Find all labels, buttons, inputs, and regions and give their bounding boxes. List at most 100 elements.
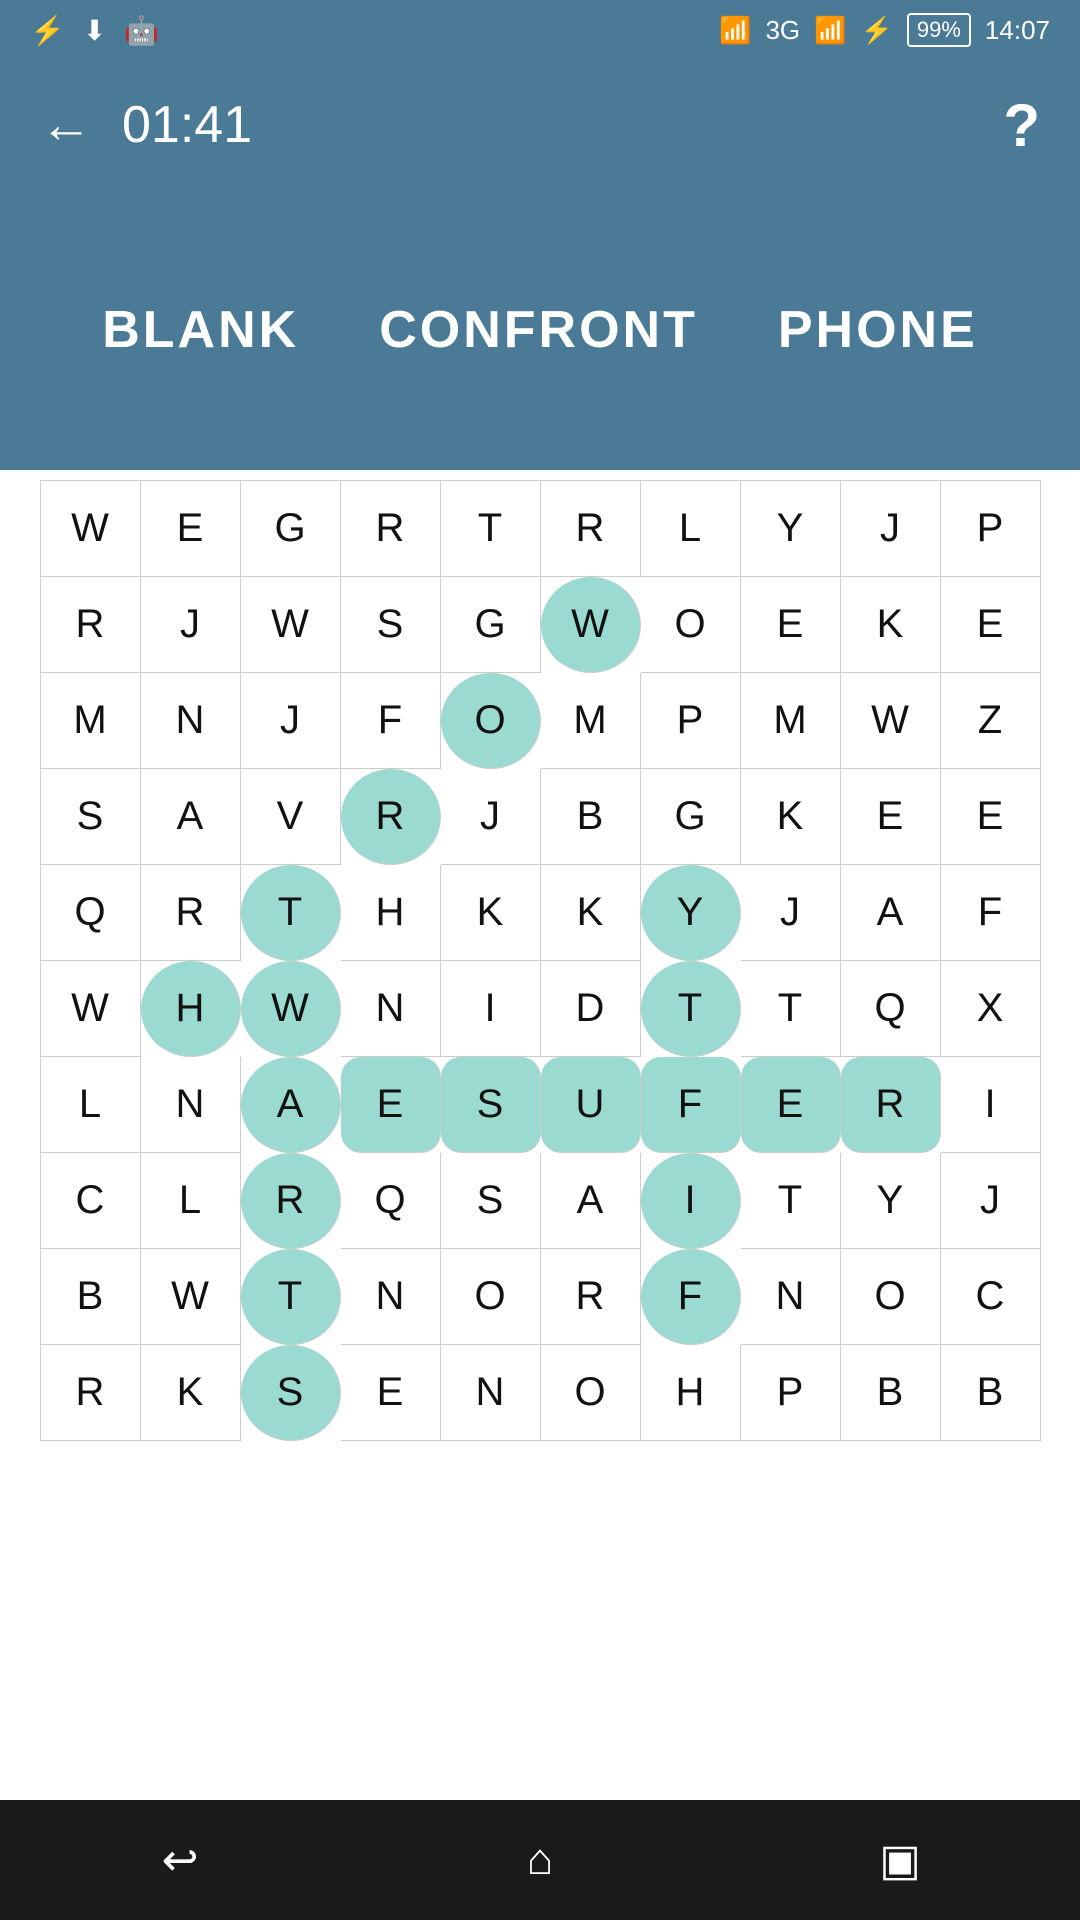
- grid-cell[interactable]: C: [41, 1153, 141, 1249]
- grid-cell[interactable]: F: [641, 1057, 741, 1153]
- grid-cell[interactable]: S: [341, 577, 441, 673]
- grid-cell[interactable]: R: [541, 481, 641, 577]
- grid-cell[interactable]: E: [341, 1057, 441, 1153]
- grid-cell[interactable]: S: [41, 769, 141, 865]
- grid-cell[interactable]: P: [641, 673, 741, 769]
- grid-cell[interactable]: I: [441, 961, 541, 1057]
- grid-cell[interactable]: K: [141, 1345, 241, 1441]
- grid-cell[interactable]: I: [641, 1153, 741, 1249]
- grid-cell[interactable]: C: [941, 1249, 1041, 1345]
- grid-cell[interactable]: K: [441, 865, 541, 961]
- grid-cell[interactable]: T: [741, 1153, 841, 1249]
- grid-cell[interactable]: V: [241, 769, 341, 865]
- grid-cell[interactable]: T: [741, 961, 841, 1057]
- grid-cell[interactable]: R: [41, 1345, 141, 1441]
- grid-cell[interactable]: W: [41, 481, 141, 577]
- grid-cell[interactable]: O: [441, 673, 541, 769]
- grid-cell[interactable]: W: [141, 1249, 241, 1345]
- grid-cell[interactable]: R: [41, 577, 141, 673]
- grid-cell[interactable]: W: [41, 961, 141, 1057]
- grid-cell[interactable]: K: [841, 577, 941, 673]
- grid-cell[interactable]: J: [841, 481, 941, 577]
- grid-cell[interactable]: K: [741, 769, 841, 865]
- grid-cell[interactable]: Y: [841, 1153, 941, 1249]
- grid-cell[interactable]: T: [241, 865, 341, 961]
- grid-cell[interactable]: Q: [341, 1153, 441, 1249]
- grid-cell[interactable]: G: [641, 769, 741, 865]
- grid-cell[interactable]: F: [641, 1249, 741, 1345]
- grid-cell[interactable]: O: [641, 577, 741, 673]
- grid-cell[interactable]: A: [541, 1153, 641, 1249]
- grid-cell[interactable]: W: [241, 961, 341, 1057]
- grid-cell[interactable]: N: [341, 961, 441, 1057]
- grid-cell[interactable]: M: [41, 673, 141, 769]
- grid-cell[interactable]: H: [641, 1345, 741, 1441]
- grid-cell[interactable]: E: [741, 1057, 841, 1153]
- grid-cell[interactable]: B: [541, 769, 641, 865]
- grid-cell[interactable]: W: [541, 577, 641, 673]
- grid-cell[interactable]: G: [241, 481, 341, 577]
- grid-cell[interactable]: W: [841, 673, 941, 769]
- grid-cell[interactable]: L: [141, 1153, 241, 1249]
- grid-cell[interactable]: N: [141, 1057, 241, 1153]
- grid-cell[interactable]: B: [841, 1345, 941, 1441]
- grid-cell[interactable]: R: [541, 1249, 641, 1345]
- nav-home-button[interactable]: ⌂: [500, 1820, 580, 1900]
- grid-cell[interactable]: A: [241, 1057, 341, 1153]
- grid-cell[interactable]: A: [841, 865, 941, 961]
- grid-cell[interactable]: N: [741, 1249, 841, 1345]
- nav-back-button[interactable]: ↩: [140, 1820, 220, 1900]
- grid-cell[interactable]: P: [741, 1345, 841, 1441]
- grid-cell[interactable]: R: [841, 1057, 941, 1153]
- grid-cell[interactable]: P: [941, 481, 1041, 577]
- grid-cell[interactable]: O: [541, 1345, 641, 1441]
- grid-cell[interactable]: H: [141, 961, 241, 1057]
- grid-cell[interactable]: J: [941, 1153, 1041, 1249]
- grid-cell[interactable]: O: [441, 1249, 541, 1345]
- grid-cell[interactable]: K: [541, 865, 641, 961]
- word-search-grid[interactable]: WEGRTRLYJPRJWSGWOEKEMNJFOMPMWZSAVRJBGKEE…: [40, 480, 1041, 1441]
- grid-cell[interactable]: B: [41, 1249, 141, 1345]
- grid-cell[interactable]: E: [941, 577, 1041, 673]
- grid-cell[interactable]: N: [141, 673, 241, 769]
- grid-cell[interactable]: W: [241, 577, 341, 673]
- help-button[interactable]: ?: [1003, 91, 1040, 160]
- grid-cell[interactable]: N: [341, 1249, 441, 1345]
- grid-cell[interactable]: F: [941, 865, 1041, 961]
- grid-cell[interactable]: Q: [841, 961, 941, 1057]
- grid-cell[interactable]: J: [441, 769, 541, 865]
- grid-cell[interactable]: L: [41, 1057, 141, 1153]
- grid-cell[interactable]: E: [941, 769, 1041, 865]
- grid-cell[interactable]: Y: [741, 481, 841, 577]
- grid-cell[interactable]: U: [541, 1057, 641, 1153]
- grid-cell[interactable]: Q: [41, 865, 141, 961]
- nav-recents-button[interactable]: ▣: [860, 1820, 940, 1900]
- grid-cell[interactable]: O: [841, 1249, 941, 1345]
- grid-cell[interactable]: G: [441, 577, 541, 673]
- grid-cell[interactable]: T: [241, 1249, 341, 1345]
- grid-cell[interactable]: J: [241, 673, 341, 769]
- grid-cell[interactable]: A: [141, 769, 241, 865]
- grid-cell[interactable]: Z: [941, 673, 1041, 769]
- grid-cell[interactable]: D: [541, 961, 641, 1057]
- grid-cell[interactable]: R: [341, 481, 441, 577]
- grid-cell[interactable]: R: [241, 1153, 341, 1249]
- grid-cell[interactable]: J: [741, 865, 841, 961]
- grid-cell[interactable]: I: [941, 1057, 1041, 1153]
- grid-cell[interactable]: T: [441, 481, 541, 577]
- grid-cell[interactable]: S: [441, 1057, 541, 1153]
- back-button[interactable]: ←: [40, 95, 92, 155]
- grid-cell[interactable]: L: [641, 481, 741, 577]
- grid-cell[interactable]: X: [941, 961, 1041, 1057]
- grid-cell[interactable]: Y: [641, 865, 741, 961]
- grid-cell[interactable]: M: [541, 673, 641, 769]
- grid-cell[interactable]: E: [741, 577, 841, 673]
- grid-cell[interactable]: N: [441, 1345, 541, 1441]
- grid-cell[interactable]: R: [341, 769, 441, 865]
- grid-cell[interactable]: S: [241, 1345, 341, 1441]
- grid-cell[interactable]: S: [441, 1153, 541, 1249]
- grid-cell[interactable]: M: [741, 673, 841, 769]
- grid-cell[interactable]: J: [141, 577, 241, 673]
- grid-cell[interactable]: T: [641, 961, 741, 1057]
- grid-cell[interactable]: H: [341, 865, 441, 961]
